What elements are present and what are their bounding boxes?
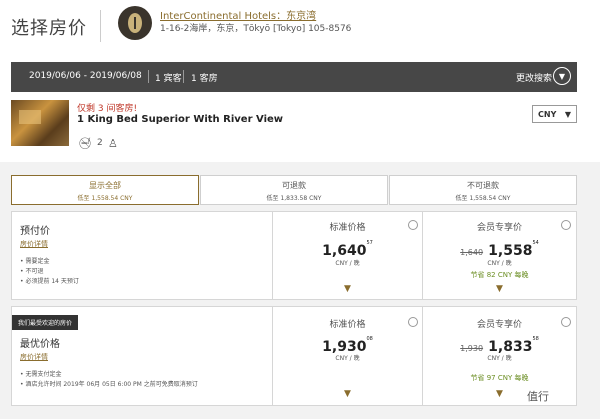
room-count: 1 客房 (191, 74, 218, 84)
member-price-radio[interactable] (561, 220, 571, 230)
rate-card-prepaid: 预付价 房价详情 • 需要定金 • 不可退 • 必须提前 14 天预订 标准价格… (11, 211, 577, 300)
chevron-down-icon[interactable]: ▼ (273, 389, 422, 399)
rate-name: 最优价格 (20, 339, 60, 350)
currency-value: CNY (538, 109, 557, 119)
watermark: 值行 (527, 390, 549, 403)
hotel-name-link[interactable]: InterContinental Hotels：东京湾 (160, 7, 316, 22)
popular-badge: 我们最受欢迎的房价 (12, 315, 79, 330)
room-name[interactable]: 1 King Bed Superior With River View (77, 114, 283, 125)
divider (148, 70, 149, 83)
member-price-radio[interactable] (561, 317, 571, 327)
guest-count: 1 宾客 (155, 74, 182, 84)
filter-label: 不可退款 (467, 181, 499, 190)
header-divider (100, 10, 101, 42)
member-price-option[interactable]: 会员专享价 1,930 1,83358 CNY / 晚 节省 97 CNY 每晚… (422, 307, 576, 405)
stay-dates: 2019/06/06 - 2019/06/08 (29, 71, 142, 81)
price-unit: CNY / 晚 (335, 355, 360, 362)
savings-text: 节省 97 CNY 每晚 (470, 374, 529, 382)
hotel-address: 1-16-2海岸，东京，Tōkyō [Tokyo] 105-8576 (160, 24, 352, 34)
rate-condition: • 需要定金 (20, 258, 50, 265)
standard-price-radio[interactable] (408, 220, 418, 230)
standard-price-option[interactable]: 标准价格 1,93008 CNY / 晚 ▼ (272, 307, 422, 405)
chevron-down-icon[interactable]: ▼ (423, 389, 576, 399)
filter-lowest-price: 低至 1,558.54 CNY (77, 195, 133, 202)
rate-condition: • 必须提前 14 天预订 (20, 278, 79, 285)
rate-card-best: 我们最受欢迎的房价 最优价格 房价详情 • 无需支付定金 • 酒店允许时间 20… (11, 306, 577, 406)
chevron-down-icon[interactable]: ▼ (423, 284, 576, 294)
rate-name: 预付价 (20, 226, 50, 237)
no-smoking-icon: 🚭︎ (78, 137, 92, 150)
filter-tab-refundable[interactable]: 可退款 低至 1,833.58 CNY (200, 175, 388, 205)
member-price-option[interactable]: 会员专享价 1,640 1,55854 CNY / 晚 节省 82 CNY 每晚… (422, 212, 576, 299)
price-unit: CNY / 晚 (335, 260, 360, 267)
rate-condition: • 酒店允许时间 2019年 06月 05日 6:00 PM 之前可免费取消预订 (20, 381, 198, 388)
rate-condition: • 无需支付定金 (20, 371, 62, 378)
chevron-down-icon[interactable]: ▼ (553, 67, 571, 85)
filter-tab-nonrefundable[interactable]: 不可退款 低至 1,558.54 CNY (389, 175, 577, 205)
page-title: 选择房价 (11, 18, 87, 39)
price-type-label: 会员专享价 (476, 320, 522, 330)
price-unit: CNY / 晚 (487, 260, 512, 267)
standard-price: 1,64057 (322, 240, 373, 259)
person-icon: ♙ (108, 137, 118, 150)
divider (183, 70, 184, 83)
filter-label: 显示全部 (89, 181, 121, 190)
currency-select[interactable]: CNY ▼ (532, 105, 577, 123)
standard-price-radio[interactable] (408, 317, 418, 327)
search-summary-bar: 2019/06/06 - 2019/06/08 1 宾客 1 客房 更改搜索 ▼ (11, 62, 577, 92)
filter-label: 可退款 (282, 181, 306, 190)
member-price: 1,640 1,55854 (460, 240, 539, 259)
filter-tab-all[interactable]: 显示全部 低至 1,558.54 CNY (11, 175, 199, 205)
chevron-down-icon[interactable]: ▼ (273, 284, 422, 294)
max-occupancy: 2 (97, 138, 103, 148)
filter-lowest-price: 低至 1,558.54 CNY (455, 195, 511, 202)
caret-down-icon: ▼ (564, 109, 571, 119)
standard-price-option[interactable]: 标准价格 1,64057 CNY / 晚 ▼ (272, 212, 422, 299)
savings-text: 节省 82 CNY 每晚 (470, 271, 529, 279)
price-type-label: 会员专享价 (476, 223, 522, 233)
rate-details-link[interactable]: 房价详情 (20, 239, 48, 249)
price-type-label: 标准价格 (329, 320, 366, 330)
hotel-logo (118, 6, 152, 40)
price-unit: CNY / 晚 (487, 355, 512, 362)
rate-condition: • 不可退 (20, 268, 44, 275)
room-photo[interactable] (11, 100, 69, 146)
filter-lowest-price: 低至 1,833.58 CNY (266, 195, 322, 202)
price-type-label: 标准价格 (329, 223, 366, 233)
rate-details-link[interactable]: 房价详情 (20, 352, 48, 362)
change-search-link[interactable]: 更改搜索 (516, 71, 552, 84)
availability-notice: 仅剩 3 间客房! (77, 104, 138, 114)
